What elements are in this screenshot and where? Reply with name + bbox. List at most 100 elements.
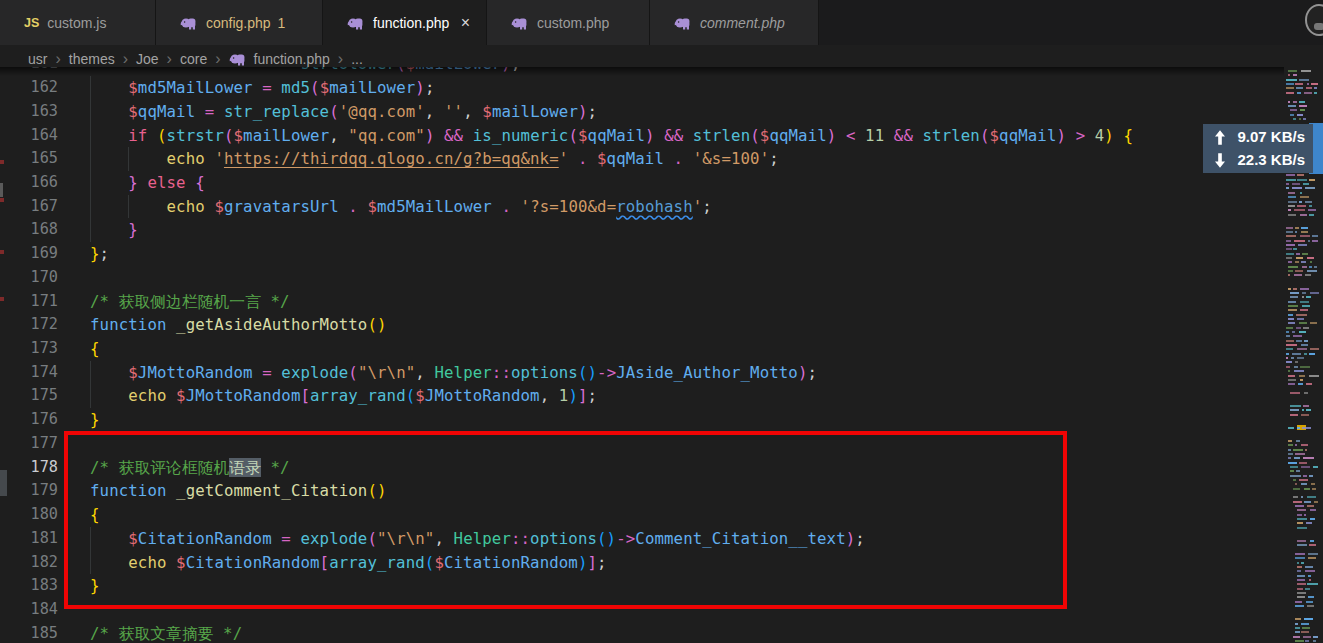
line-number: 176: [0, 408, 58, 432]
line-number: 172: [0, 313, 58, 337]
breadcrumb-label: usr: [28, 51, 47, 67]
php-icon: [229, 52, 247, 66]
code-text: if (strstr($mailLower, "qq.com") && is_n…: [90, 124, 1133, 148]
line-number: 179: [0, 479, 58, 503]
breadcrumb-item-themes[interactable]: themes: [69, 51, 115, 67]
code-line-171[interactable]: 171/* 获取侧边栏随机一言 */: [0, 290, 1323, 314]
line-number: 162: [0, 76, 58, 100]
breadcrumb-separator: ›: [338, 50, 343, 68]
code-text: $JMottoRandom = explode("\r\n", Helper::…: [90, 361, 817, 385]
breadcrumb-item-usr[interactable]: usr: [28, 51, 47, 67]
line-number: 180: [0, 503, 58, 527]
php-icon: [180, 16, 198, 30]
breadcrumb-label: Joe: [136, 51, 159, 67]
breadcrumb-label: themes: [69, 51, 115, 67]
breadcrumb-item-function.php[interactable]: function.php: [229, 51, 330, 67]
code-text: function _getAsideAuthorMotto(): [90, 313, 387, 337]
code-text: /* 获取文章摘要 */: [90, 622, 242, 643]
tab-comment.php[interactable]: comment.php: [650, 0, 819, 45]
breadcrumb-separator: ›: [215, 50, 220, 68]
line-number: 165: [0, 147, 58, 171]
tab-custom.php[interactable]: custom.php: [487, 0, 650, 45]
code-line-175[interactable]: 175 echo $JMottoRandom[array_rand($JMott…: [0, 384, 1323, 408]
line-number: 163: [0, 100, 58, 124]
edge-artifact: [0, 183, 3, 197]
code-text: $qqMail = str_replace('@qq.com', '', $ma…: [90, 100, 597, 124]
breadcrumb: usr › themes › Joe › core › function.php ›...: [0, 45, 1323, 67]
tab-label: config.php: [206, 15, 271, 31]
line-number: 181: [0, 527, 58, 551]
code-line-174[interactable]: 174 $JMottoRandom = explode("\r\n", Help…: [0, 361, 1323, 385]
line-number: 178: [0, 456, 58, 480]
code-line-165[interactable]: 165 echo 'https://thirdqq.qlogo.cn/g?b=q…: [0, 147, 1323, 171]
code-text: }: [90, 408, 100, 432]
edge-artifact: [0, 198, 4, 202]
code-line-164[interactable]: 164 if (strstr($mailLower, "qq.com") && …: [0, 124, 1323, 148]
line-number: 170: [0, 266, 58, 290]
network-speed-overlay: 9.07 KB/s 22.3 KB/s: [1203, 124, 1313, 173]
breadcrumb-item-core[interactable]: core: [180, 51, 207, 67]
code-line-176[interactable]: 176}: [0, 408, 1323, 432]
tab-badge: 1: [278, 15, 286, 31]
breadcrumb-label: core: [180, 51, 207, 67]
breadcrumb-item-Joe[interactable]: Joe: [136, 51, 159, 67]
code-line-172[interactable]: 172 function _getAsideAuthorMotto(): [0, 313, 1323, 337]
tab-config.php[interactable]: config.php 1: [156, 0, 323, 45]
code-line-170[interactable]: 170: [0, 266, 1323, 290]
tab-function.php[interactable]: function.php ×: [323, 0, 487, 45]
code-line-169[interactable]: 169};: [0, 242, 1323, 266]
tab-label: comment.php: [700, 15, 785, 31]
code-text: echo $JMottoRandom[array_rand($JMottoRan…: [90, 384, 597, 408]
tab-label: custom.js: [47, 15, 106, 31]
edge-artifact: [0, 250, 4, 254]
code-line-168[interactable]: 168 }: [0, 218, 1323, 242]
code-text: /* 获取侧边栏随机一言 */: [90, 290, 290, 314]
php-icon: [674, 16, 692, 30]
close-tab-icon[interactable]: ×: [461, 15, 470, 31]
tab-bar: JS custom.js config.php 1 function.php × custo…: [0, 0, 1323, 45]
javascript-icon: JS: [24, 16, 39, 30]
line-number: 173: [0, 337, 58, 361]
code-line-167[interactable]: 167 echo $gravatarsUrl . $md5MailLower .…: [0, 195, 1323, 219]
code-text: strtolower($mailLower);: [90, 67, 521, 76]
code-text: echo $gravatarsUrl . $md5MailLower . '?s…: [90, 195, 712, 219]
line-number: 169: [0, 242, 58, 266]
edge-artifact: [0, 297, 4, 301]
code-line-163[interactable]: 163 $qqMail = str_replace('@qq.com', '',…: [0, 100, 1323, 124]
vscode-window: JS custom.js config.php 1 function.php × custo…: [0, 0, 1323, 643]
upload-arrow-icon: [1215, 130, 1225, 145]
tab-label: custom.php: [537, 15, 609, 31]
edge-artifact: [0, 470, 7, 496]
breadcrumb-item-...[interactable]: ...: [351, 51, 363, 67]
tab-label: function.php: [373, 15, 449, 31]
tab-custom.js[interactable]: JS custom.js: [0, 0, 156, 45]
line-number: 166: [0, 171, 58, 195]
download-arrow-icon: [1215, 153, 1225, 168]
breadcrumb-separator: ›: [55, 50, 60, 68]
code-text: };: [90, 242, 109, 266]
line-number: 174: [0, 361, 58, 385]
line-number: 185: [0, 622, 58, 643]
code-text: echo 'https://thirdqq.qlogo.cn/g?b=qq&nk…: [90, 147, 779, 171]
line-number: 183: [0, 574, 58, 598]
line-number: 168: [0, 218, 58, 242]
download-speed: 22.3 KB/s: [1203, 148, 1313, 172]
code-line-162[interactable]: 162 $md5MailLower = md5($mailLower);: [0, 76, 1323, 100]
php-icon: [511, 16, 529, 30]
code-line-161[interactable]: 161 strtolower($mailLower);: [0, 67, 1323, 76]
code-line-185[interactable]: 185 /* 获取文章摘要 */: [0, 622, 1323, 643]
code-line-173[interactable]: 173 {: [0, 337, 1323, 361]
upload-speed: 9.07 KB/s: [1203, 125, 1313, 149]
breadcrumb-separator: ›: [123, 50, 128, 68]
annotation-rectangle: [64, 431, 1067, 609]
line-number: 177: [0, 432, 58, 456]
php-icon: [347, 16, 365, 30]
code-text: } else {: [90, 171, 205, 195]
line-number: 164: [0, 124, 58, 148]
line-number: 167: [0, 195, 58, 219]
code-text: {: [90, 337, 100, 361]
line-number: 182: [0, 551, 58, 575]
breadcrumb-separator: ›: [167, 50, 172, 68]
code-text: $md5MailLower = md5($mailLower);: [90, 76, 434, 100]
code-line-166[interactable]: 166 } else {: [0, 171, 1323, 195]
